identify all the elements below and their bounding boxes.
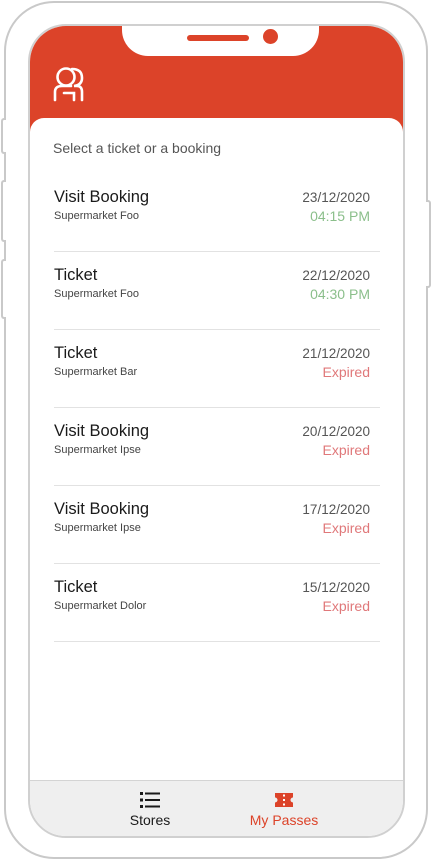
store-name: Supermarket Ipse xyxy=(54,522,141,534)
device-side-button xyxy=(1,180,6,242)
tab-my-passes-label: My Passes xyxy=(249,812,319,828)
store-name: Supermarket Dolor xyxy=(54,600,147,612)
pass-date: 17/12/2020 xyxy=(302,502,370,517)
pass-date: 15/12/2020 xyxy=(302,580,370,595)
speaker-grill xyxy=(187,35,249,41)
device-side-button xyxy=(1,259,6,319)
pass-type: Ticket xyxy=(54,266,98,284)
store-name: Supermarket Foo xyxy=(54,288,139,300)
list-item[interactable]: Ticket Supermarket Foo 22/12/2020 04:30 … xyxy=(54,252,380,330)
ticket-icon xyxy=(275,793,293,807)
page-title: Select a ticket or a booking xyxy=(53,140,222,156)
pass-status: 04:30 PM xyxy=(310,286,370,302)
pass-status: Expired xyxy=(322,598,370,614)
device-power-button xyxy=(426,200,431,288)
pass-date: 23/12/2020 xyxy=(302,190,370,205)
device-side-button xyxy=(1,118,6,154)
store-name: Supermarket Foo xyxy=(54,210,139,222)
pass-status: Expired xyxy=(322,520,370,536)
pass-type: Visit Booking xyxy=(54,422,150,440)
list-icon xyxy=(140,792,160,808)
list-item[interactable]: Visit Booking Supermarket Ipse 20/12/202… xyxy=(54,408,380,486)
user-group-icon[interactable] xyxy=(52,66,86,102)
passes-card: Select a ticket or a booking Visit Booki… xyxy=(30,118,403,784)
device-notch xyxy=(122,26,319,56)
store-name: Supermarket Bar xyxy=(54,366,138,378)
tab-stores-label: Stores xyxy=(129,812,171,828)
list-item[interactable]: Ticket Supermarket Dolor 15/12/2020 Expi… xyxy=(54,564,380,642)
passes-list: Visit Booking Supermarket Foo 23/12/2020… xyxy=(54,174,380,642)
pass-type: Visit Booking xyxy=(54,500,150,518)
pass-status: Expired xyxy=(322,442,370,458)
list-item[interactable]: Ticket Supermarket Bar 21/12/2020 Expire… xyxy=(54,330,380,408)
tab-stores[interactable]: Stores xyxy=(90,781,210,836)
bottom-tab-bar: Stores My Passes xyxy=(30,780,403,836)
pass-type: Ticket xyxy=(54,344,98,362)
pass-status: 04:15 PM xyxy=(310,208,370,224)
pass-type: Ticket xyxy=(54,578,98,596)
pass-date: 21/12/2020 xyxy=(302,346,370,361)
pass-date: 20/12/2020 xyxy=(302,424,370,439)
store-name: Supermarket Ipse xyxy=(54,444,141,456)
app-screen: Select a ticket or a booking Visit Booki… xyxy=(28,24,405,838)
pass-type: Visit Booking xyxy=(54,188,150,206)
tab-my-passes[interactable]: My Passes xyxy=(224,781,344,836)
list-item[interactable]: Visit Booking Supermarket Ipse 17/12/202… xyxy=(54,486,380,564)
front-camera xyxy=(263,29,278,44)
pass-status: Expired xyxy=(322,364,370,380)
pass-date: 22/12/2020 xyxy=(302,268,370,283)
list-item[interactable]: Visit Booking Supermarket Foo 23/12/2020… xyxy=(54,174,380,252)
